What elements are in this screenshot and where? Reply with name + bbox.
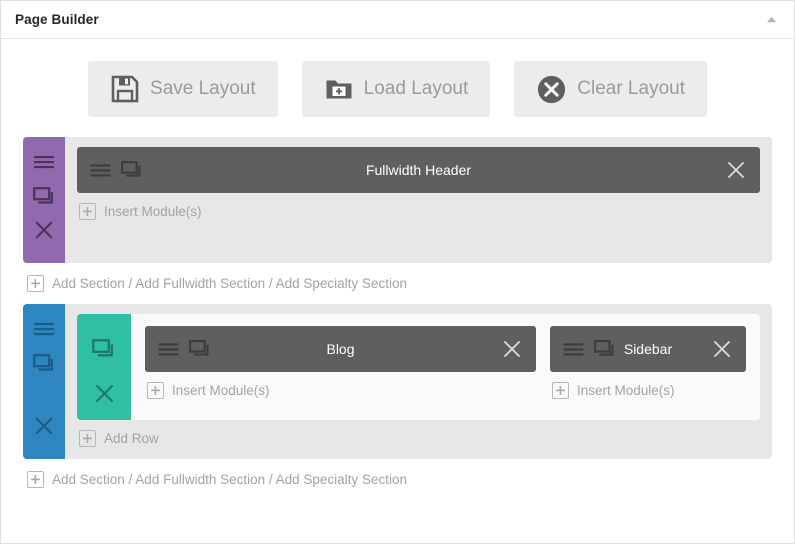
module-title: Fullwidth Header [365, 162, 472, 178]
hamburger-icon[interactable] [562, 338, 584, 360]
specialty-section-body: Blog Insert Module(s) Sidebar Insert Mod… [65, 304, 772, 459]
page-title: Page Builder [15, 12, 99, 27]
add-row-button[interactable]: Add Row [77, 420, 760, 451]
load-layout-button[interactable]: Load Layout [301, 61, 491, 117]
row-columns: Blog Insert Module(s) Sidebar Insert Mod… [131, 314, 760, 420]
hamburger-icon[interactable] [157, 338, 179, 360]
column-sidebar: Sidebar Insert Module(s) [550, 326, 746, 414]
plus-icon [79, 203, 96, 220]
add-row-label: Add Row [104, 431, 159, 446]
close-icon[interactable] [31, 217, 57, 243]
plus-icon [79, 430, 96, 447]
module-blog[interactable]: Blog [145, 326, 536, 372]
clear-layout-label: Clear Layout [577, 78, 685, 99]
add-section-label: Add Section / Add Fullwidth Section / Ad… [52, 276, 407, 291]
builder-canvas: Fullwidth Header Insert Module(s) Add Se… [1, 137, 794, 510]
hamburger-icon[interactable] [89, 159, 111, 181]
window-titlebar: Page Builder [1, 1, 794, 39]
insert-modules-button[interactable]: Insert Module(s) [77, 193, 760, 224]
hamburger-icon[interactable] [31, 316, 57, 342]
builder-row[interactable]: Blog Insert Module(s) Sidebar Insert Mod… [77, 314, 760, 420]
save-layout-label: Save Layout [150, 78, 256, 99]
specialty-section[interactable]: Blog Insert Module(s) Sidebar Insert Mod… [23, 304, 772, 459]
triangle-up-icon[interactable] [762, 11, 780, 29]
row-handle[interactable] [77, 314, 131, 420]
hamburger-icon[interactable] [31, 149, 57, 175]
module-fullwidth-header[interactable]: Fullwidth Header [77, 147, 760, 193]
plus-icon [147, 382, 164, 399]
circle-x-icon [536, 74, 567, 105]
add-section-row[interactable]: Add Section / Add Fullwidth Section / Ad… [23, 459, 772, 500]
close-icon[interactable] [91, 380, 117, 406]
close-icon[interactable] [724, 158, 748, 182]
fullwidth-section-handle[interactable] [23, 137, 65, 263]
layout-toolbar: Save Layout Load Layout Clear Layout [1, 39, 794, 137]
insert-modules-button[interactable]: Insert Module(s) [145, 372, 536, 403]
insert-modules-button[interactable]: Insert Module(s) [550, 372, 746, 403]
floppy-disk-icon [110, 74, 140, 104]
specialty-section-handle[interactable] [23, 304, 65, 459]
add-section-row[interactable]: Add Section / Add Fullwidth Section / Ad… [23, 263, 772, 304]
module-icon-group [89, 159, 143, 181]
fullwidth-section[interactable]: Fullwidth Header Insert Module(s) [23, 137, 772, 263]
clone-icon[interactable] [31, 183, 57, 209]
plus-icon [27, 471, 44, 488]
plus-icon [27, 275, 44, 292]
page-builder-window: Page Builder Save Layout Load Layout Cle… [0, 0, 795, 544]
clone-icon[interactable] [594, 338, 616, 360]
module-icon-group [157, 338, 211, 360]
add-section-label: Add Section / Add Fullwidth Section / Ad… [52, 472, 407, 487]
insert-modules-label: Insert Module(s) [577, 383, 675, 398]
clone-icon[interactable] [91, 336, 117, 362]
module-icon-group [562, 338, 616, 360]
fullwidth-section-body: Fullwidth Header Insert Module(s) [65, 137, 772, 263]
clone-icon[interactable] [121, 159, 143, 181]
insert-modules-label: Insert Module(s) [104, 204, 202, 219]
column-blog: Blog Insert Module(s) [145, 326, 536, 414]
clone-icon[interactable] [189, 338, 211, 360]
save-layout-button[interactable]: Save Layout [88, 61, 278, 117]
plus-icon [552, 382, 569, 399]
clone-icon[interactable] [31, 350, 57, 376]
module-sidebar[interactable]: Sidebar [550, 326, 746, 372]
folder-plus-icon [324, 74, 354, 104]
load-layout-label: Load Layout [363, 78, 469, 99]
clear-layout-button[interactable]: Clear Layout [514, 61, 707, 117]
insert-modules-label: Insert Module(s) [172, 383, 270, 398]
close-icon[interactable] [500, 337, 524, 361]
close-icon[interactable] [710, 337, 734, 361]
close-icon[interactable] [31, 413, 57, 439]
